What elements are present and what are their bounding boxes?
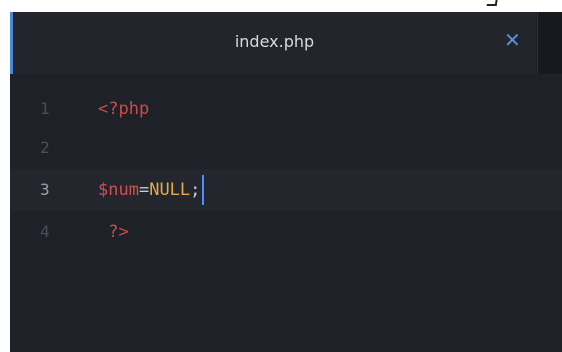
code-line[interactable]: 1 <?php xyxy=(10,88,562,130)
php-close-tag: ?> xyxy=(108,222,129,242)
code-text: $num=NULL; xyxy=(98,169,205,211)
code-editor-window: index.php ✕ 1 <?php 2 3 $num=NULL; 4 ?> xyxy=(10,12,562,352)
window-top-edge xyxy=(0,0,562,12)
semicolon-token: ; xyxy=(190,180,201,200)
code-line[interactable]: 4 ?> xyxy=(10,211,562,253)
operator-token: = xyxy=(138,180,150,200)
tab-bar: index.php ✕ xyxy=(10,12,562,74)
tab-index-php[interactable]: index.php ✕ xyxy=(10,12,536,74)
constant-token: NULL xyxy=(149,180,191,200)
php-open-tag: <?php xyxy=(98,99,150,119)
line-number: 2 xyxy=(40,138,50,157)
clipped-glyph xyxy=(486,0,500,6)
tab-title: index.php xyxy=(234,32,315,51)
text-cursor xyxy=(202,175,205,205)
code-line[interactable]: 2 xyxy=(10,127,562,169)
variable-token: $num xyxy=(98,180,139,200)
tab-bar-empty-area xyxy=(537,12,562,74)
code-line-active[interactable]: 3 $num=NULL; xyxy=(10,169,562,211)
line-number: 3 xyxy=(40,180,50,199)
editor-text-area[interactable]: 1 <?php 2 3 $num=NULL; 4 ?> xyxy=(10,74,562,352)
close-icon[interactable]: ✕ xyxy=(504,30,521,50)
line-number: 4 xyxy=(40,222,50,241)
line-number: 1 xyxy=(40,99,50,118)
code-text: ?> xyxy=(98,211,129,253)
code-text: <?php xyxy=(98,88,149,130)
